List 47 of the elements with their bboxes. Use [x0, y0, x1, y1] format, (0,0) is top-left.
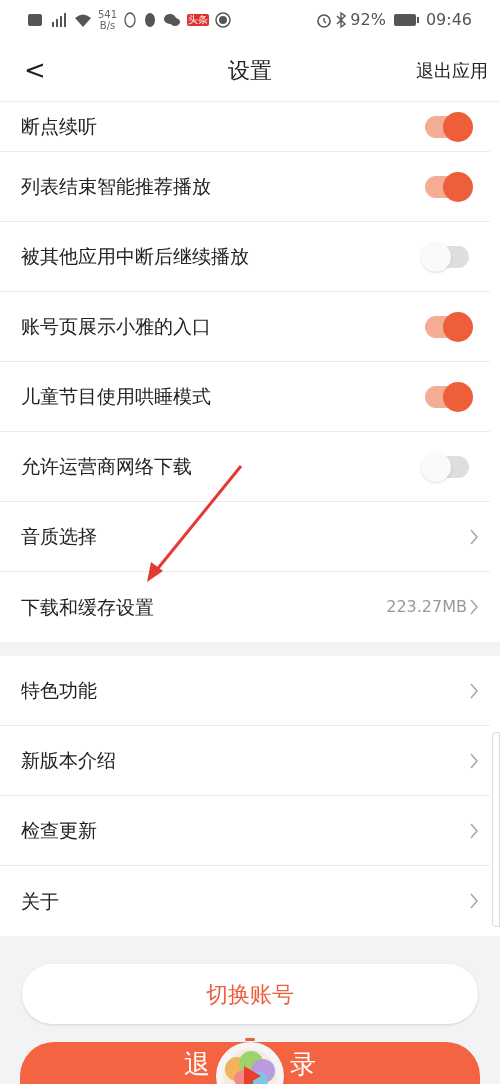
bluetooth-icon: [336, 12, 347, 28]
setting-label: 下载和缓存设置: [21, 594, 154, 620]
chevron-right-icon: [469, 892, 479, 910]
battery-percent: 92%: [350, 9, 386, 31]
setting-label: 特色功能: [21, 678, 97, 704]
settings-row[interactable]: 允许运营商网络下载: [0, 432, 490, 502]
clock-time: 09:46: [425, 9, 472, 31]
round-app-icon: [215, 12, 232, 28]
settings-row[interactable]: 检查更新: [0, 796, 490, 866]
setting-label: 音质选择: [21, 524, 97, 550]
settings-row[interactable]: 下载和缓存设置 223.27MB: [0, 572, 490, 642]
setting-label: 允许运营商网络下载: [21, 454, 192, 480]
chevron-right-icon: [469, 598, 479, 616]
settings-row[interactable]: 列表结束智能推荐播放: [0, 152, 490, 222]
scroll-handle[interactable]: [492, 732, 500, 927]
setting-label: 账号页展示小雅的入口: [21, 314, 211, 340]
chat-bubbles-icon: [163, 13, 182, 27]
setting-label: 关于: [21, 888, 59, 914]
play-icon: [241, 1064, 263, 1084]
setting-label: 列表结束智能推荐播放: [21, 174, 211, 200]
network-speed-unit: B/s: [99, 20, 116, 31]
back-button[interactable]: <: [20, 51, 50, 90]
news-badge: 头条: [187, 14, 210, 26]
settings-row[interactable]: 被其他应用中断后继续播放: [0, 222, 490, 292]
chevron-right-icon: [469, 821, 479, 840]
network-speed-value: 541: [98, 9, 118, 20]
setting-label: 被其他应用中断后继续播放: [21, 244, 249, 270]
settings-row[interactable]: 特色功能: [0, 656, 490, 726]
alarm-icon: [316, 12, 333, 28]
setting-value: 223.27MB: [386, 596, 467, 618]
chevron-right-icon: [469, 527, 479, 546]
setting-label: 新版本介绍: [21, 748, 116, 774]
exit-app-button[interactable]: 退出应用: [416, 57, 488, 84]
chevron-right-icon: [469, 751, 479, 770]
battery-icon: [393, 13, 420, 27]
chevron-right-icon: [469, 681, 479, 700]
settings-row[interactable]: 账号页展示小雅的入口: [0, 292, 490, 362]
settings-row[interactable]: 新版本介绍: [0, 726, 490, 796]
settings-row[interactable]: 断点续听: [0, 102, 490, 152]
settings-row[interactable]: 儿童节目使用哄睡模式: [0, 362, 490, 432]
page-title: 设置: [228, 57, 272, 85]
wifi-icon: [74, 13, 92, 27]
setting-label: 断点续听: [21, 114, 97, 140]
setting-label: 儿童节目使用哄睡模式: [21, 384, 211, 410]
setting-label: 检查更新: [21, 818, 97, 844]
settings-row[interactable]: 关于: [0, 866, 490, 936]
progress-mark: [245, 1038, 255, 1041]
